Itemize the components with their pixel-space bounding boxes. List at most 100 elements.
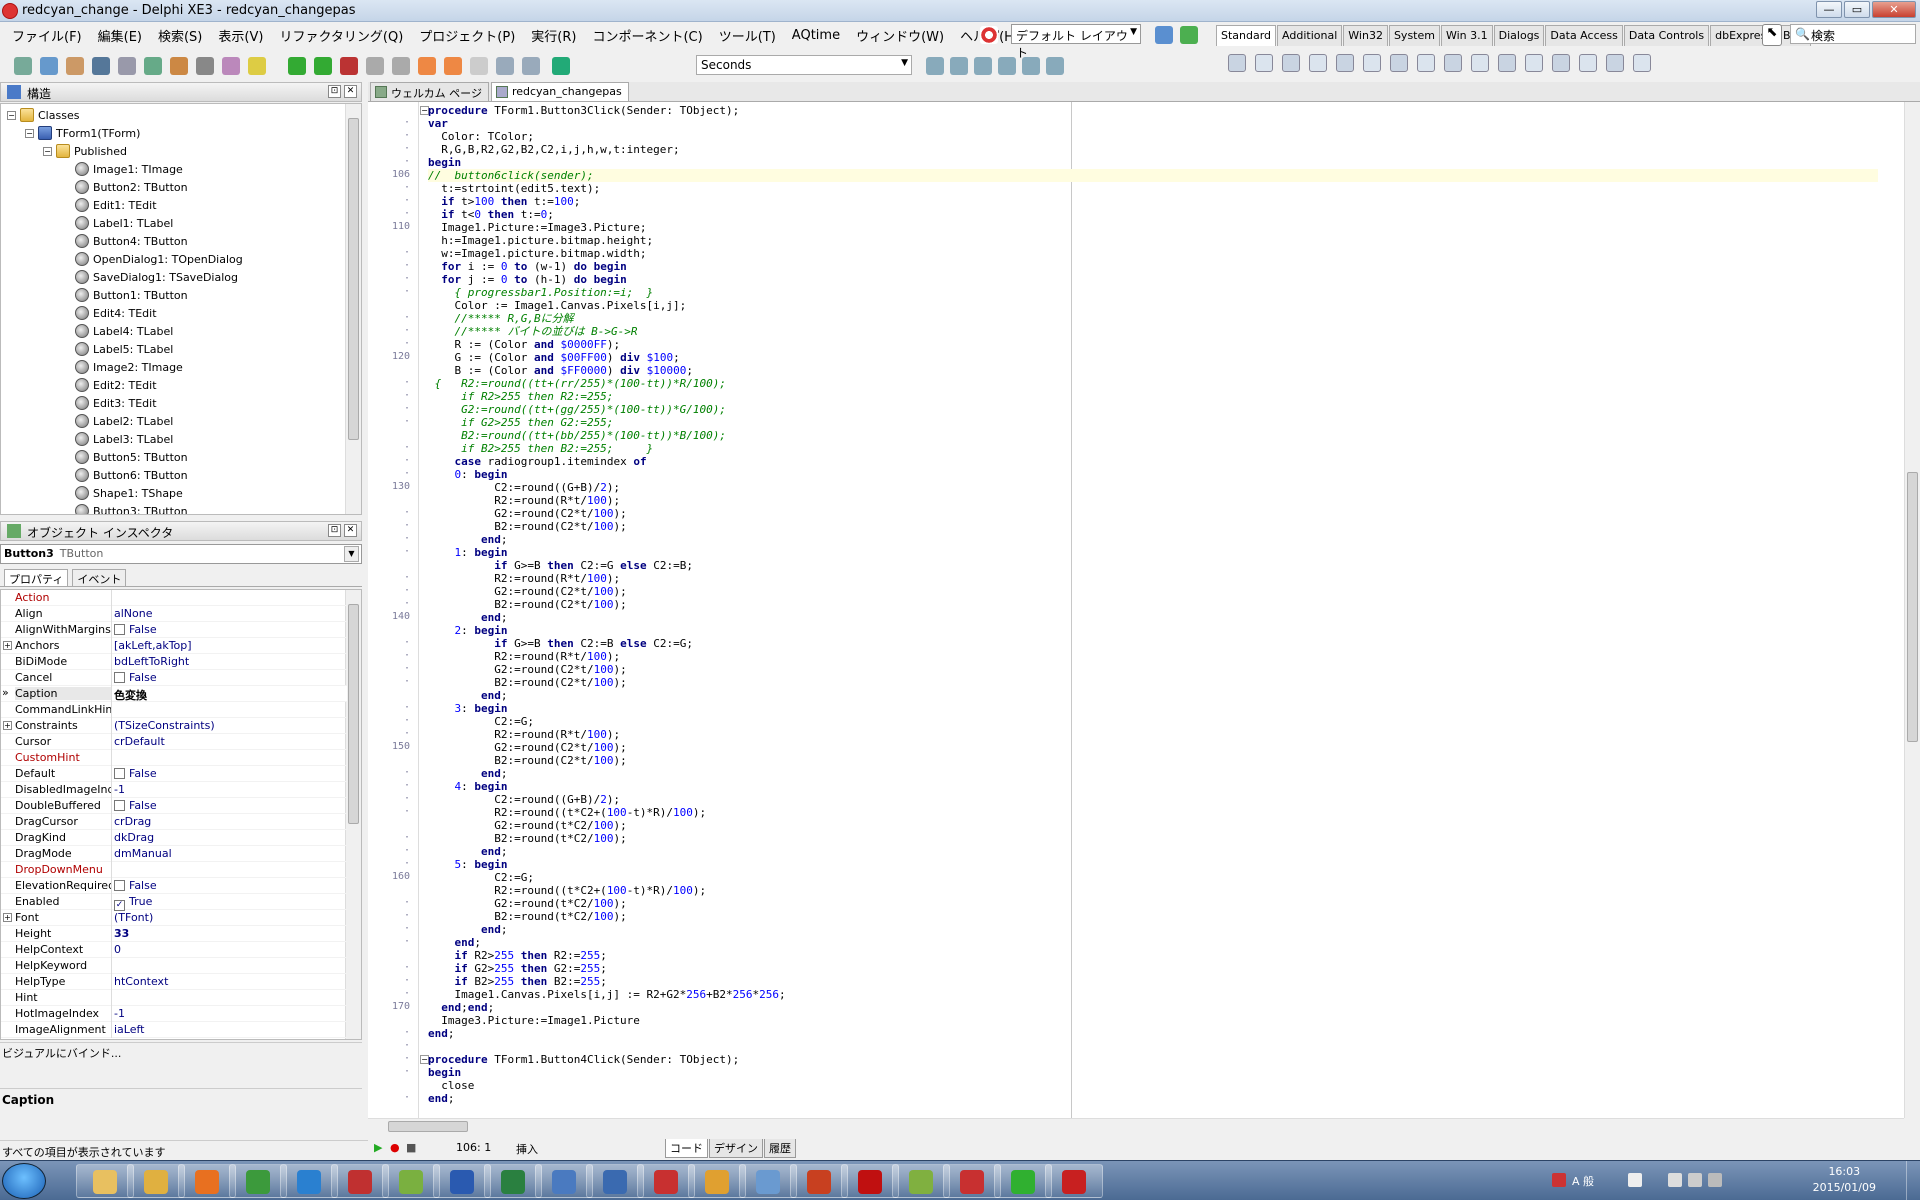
layout-icon[interactable] xyxy=(980,26,998,44)
property-row[interactable]: DragCursor crDrag xyxy=(1,814,347,830)
scrollbar-thumb[interactable] xyxy=(388,1121,468,1132)
step-over-icon[interactable] xyxy=(444,57,462,75)
code-line[interactable]: end; xyxy=(428,1027,455,1040)
property-row[interactable]: Cursor crDefault xyxy=(1,734,347,750)
code-line[interactable]: // button6click(sender); xyxy=(428,169,1878,182)
code-line[interactable]: C2:=round((G+B)/2); xyxy=(428,793,620,806)
scrollbar-thumb[interactable] xyxy=(348,604,359,824)
property-row[interactable]: HelpKeyword xyxy=(1,958,347,974)
tree-node[interactable]: Label4: TLabel xyxy=(75,322,173,340)
tree-node[interactable]: Button1: TButton xyxy=(75,286,188,304)
code-line[interactable]: 4: begin xyxy=(428,780,508,793)
code-line[interactable]: begin xyxy=(428,1066,461,1079)
code-line[interactable]: Color: TColor; xyxy=(428,130,534,143)
pause-icon[interactable] xyxy=(366,57,384,75)
code-line[interactable]: R2:=round((t*C2+(100-t)*R)/100); xyxy=(428,884,706,897)
scrollbar-thumb[interactable] xyxy=(1907,472,1918,742)
property-value[interactable]: 0 xyxy=(114,943,121,956)
menu-item[interactable]: AQtime xyxy=(792,28,840,43)
code-line[interactable]: if G>=B then C2:=G else C2:=B; xyxy=(428,559,693,572)
tree-node[interactable]: SaveDialog1: TSaveDialog xyxy=(75,268,238,286)
tree-node[interactable]: Button4: TButton xyxy=(75,232,188,250)
mainmenu-icon[interactable] xyxy=(1255,54,1273,72)
stop-icon[interactable] xyxy=(392,57,410,75)
code-line[interactable]: if t<0 then t:=0; xyxy=(428,208,554,221)
line-taskbar-button[interactable] xyxy=(994,1164,1052,1198)
pencil-app-taskbar-button[interactable] xyxy=(892,1164,950,1198)
tree-node[interactable]: Label5: TLabel xyxy=(75,340,173,358)
tab-properties[interactable]: プロパティ xyxy=(4,569,69,586)
property-row[interactable]: DragMode dmManual xyxy=(1,846,347,862)
property-row[interactable]: + Anchors [akLeft,akTop] xyxy=(1,638,347,654)
save-layout-icon[interactable] xyxy=(1155,26,1173,44)
code-line[interactable]: end; xyxy=(428,936,482,949)
ie-taskbar-button[interactable] xyxy=(280,1164,338,1198)
code-line[interactable]: for i := 0 to (w-1) do begin xyxy=(428,260,626,273)
scrollbar-thumb[interactable] xyxy=(348,118,359,440)
tree-node[interactable]: Button2: TButton xyxy=(75,178,188,196)
code-line[interactable]: G2:=round((tt+(gg/255)*(100-tt))*G/100); xyxy=(428,403,726,416)
property-value[interactable]: dmManual xyxy=(114,847,172,860)
property-value[interactable]: dkDrag xyxy=(114,831,154,844)
code-line[interactable]: if R2>255 then R2:=255; xyxy=(428,949,607,962)
tree-node[interactable]: Shape1: TShape xyxy=(75,484,183,502)
palette-search-input[interactable]: 🔍 検索 xyxy=(1790,24,1916,44)
code-line[interactable]: C2:=G; xyxy=(428,871,534,884)
property-value[interactable]: 色変換 xyxy=(114,687,147,703)
code-line[interactable]: if B2>255 then B2:=255; xyxy=(428,975,607,988)
clipboard-app-taskbar-button[interactable] xyxy=(382,1164,440,1198)
palette-tab[interactable]: Data Access xyxy=(1545,25,1623,46)
code-line[interactable]: end; xyxy=(428,845,508,858)
property-value[interactable]: alNone xyxy=(114,607,153,620)
run-icon[interactable]: ▶ xyxy=(374,1141,382,1154)
property-row[interactable]: CommandLinkHint xyxy=(1,702,347,718)
clock[interactable]: 16:03 2015/01/09 xyxy=(1813,1164,1876,1196)
menu-item[interactable]: ツール(T) xyxy=(719,26,776,45)
radiobutton-icon[interactable] xyxy=(1444,54,1462,72)
tab-history[interactable]: 履歴 xyxy=(764,1139,796,1158)
groupbox-icon[interactable] xyxy=(1552,54,1570,72)
code-line[interactable]: 1: begin xyxy=(428,546,508,559)
palette-tab[interactable]: Win32 xyxy=(1343,25,1388,46)
bind-visually-link[interactable]: ビジュアルにバインド... xyxy=(0,1042,362,1060)
property-row[interactable]: DropDownMenu xyxy=(1,862,347,878)
code-line[interactable]: G2:=round(C2*t/100); xyxy=(428,507,626,520)
tree-expander-icon[interactable]: − xyxy=(7,110,16,120)
new-icon[interactable] xyxy=(14,57,32,75)
checkbox-icon[interactable] xyxy=(1417,54,1435,72)
code-line[interactable]: end;end; xyxy=(428,1001,494,1014)
code-line[interactable]: G2:=round(C2*t/100); xyxy=(428,741,626,754)
show-desktop-button[interactable] xyxy=(1906,1161,1920,1200)
property-value[interactable]: crDrag xyxy=(114,815,151,828)
tree-node[interactable]: − TForm1(TForm) xyxy=(25,124,140,142)
property-row[interactable]: ElevationRequired False xyxy=(1,878,347,894)
code-line[interactable]: end; xyxy=(428,533,508,546)
browser-icon[interactable] xyxy=(974,57,992,75)
property-value[interactable]: False xyxy=(114,767,157,780)
code-line[interactable]: B2:=round(C2*t/100); xyxy=(428,754,626,767)
property-row[interactable]: Action xyxy=(1,590,347,606)
expand-icon[interactable]: + xyxy=(3,641,12,650)
code-line[interactable]: end; xyxy=(428,611,508,624)
property-value[interactable]: 33 xyxy=(114,927,129,940)
tree-node[interactable]: Image2: TImage xyxy=(75,358,183,376)
code-line[interactable]: G2:=round(C2*t/100); xyxy=(428,585,626,598)
structure-scrollbar[interactable] xyxy=(345,104,361,514)
code-line[interactable]: G2:=round(t*C2/100); xyxy=(428,819,626,832)
code-line[interactable]: Color := Image1.Canvas.Pixels[i,j]; xyxy=(428,299,686,312)
code-line[interactable]: 2: begin xyxy=(428,624,508,637)
menu-item[interactable]: ファイル(F) xyxy=(12,26,82,45)
code-line[interactable]: procedure TForm1.Button3Click(Sender: TO… xyxy=(428,104,739,117)
run-icon[interactable] xyxy=(288,57,306,75)
close-button[interactable]: ✕ xyxy=(1872,1,1916,18)
delphi-taskbar-button[interactable] xyxy=(1045,1164,1103,1198)
property-row[interactable]: HelpType htContext xyxy=(1,974,347,990)
archive-app-taskbar-button[interactable] xyxy=(943,1164,1001,1198)
tree-node[interactable]: Button5: TButton xyxy=(75,448,188,466)
menu-item[interactable]: 表示(V) xyxy=(218,26,263,45)
property-value[interactable]: crDefault xyxy=(114,735,165,748)
code-line[interactable]: h:=Image1.picture.bitmap.height; xyxy=(428,234,653,247)
code-line[interactable]: R2:=round(R*t/100); xyxy=(428,650,620,663)
code-line[interactable]: Image1.Canvas.Pixels[i,j] := R2+G2*256+B… xyxy=(428,988,785,1001)
code-line[interactable]: //***** バイトの並びは B->G->R xyxy=(428,325,637,338)
